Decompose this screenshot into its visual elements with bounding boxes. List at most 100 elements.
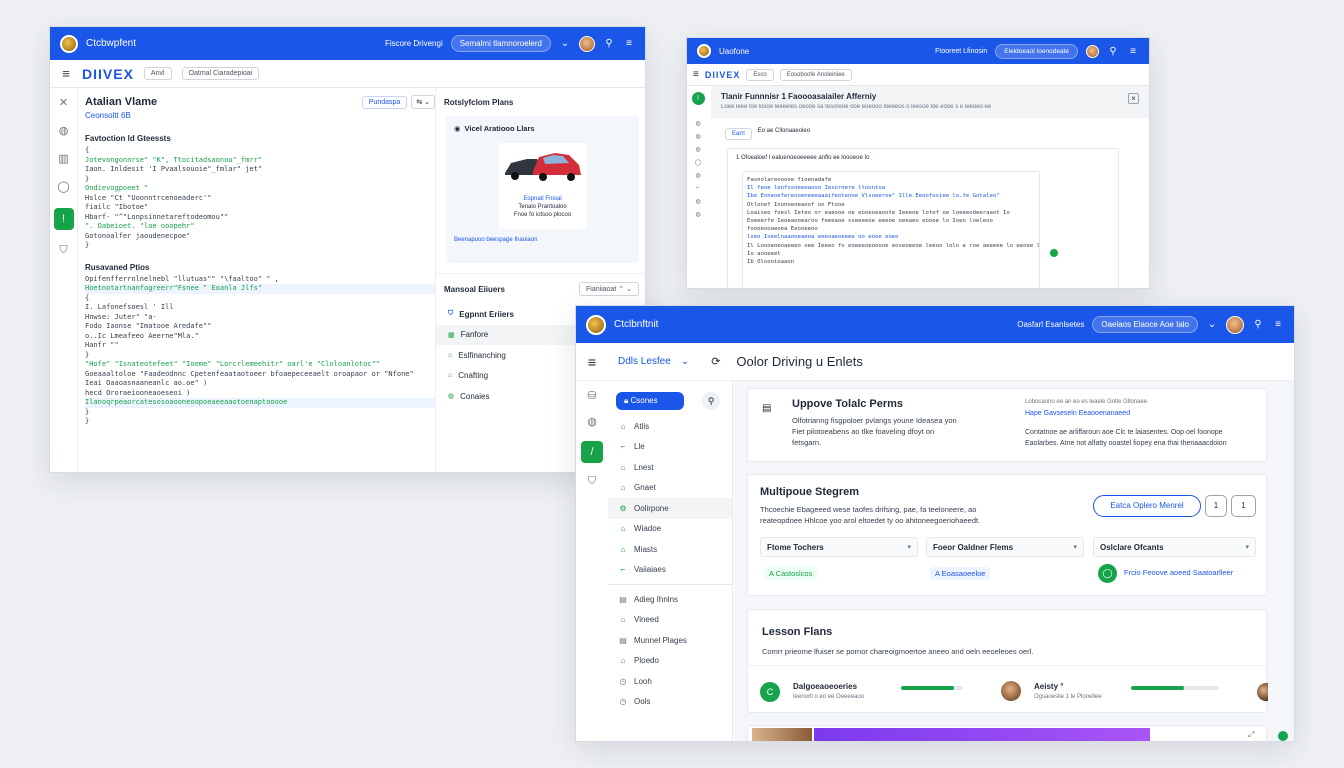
clock-icon: ◷ (619, 697, 627, 707)
chevron-down-icon[interactable]: ⌄ (681, 356, 689, 367)
course-chip[interactable]: Eosoboofe Anoleiniee (779, 68, 852, 81)
chevron-down-icon[interactable]: ⌄ (559, 38, 571, 49)
search-input[interactable]: Semalmi tlamnoroelerd (450, 35, 551, 52)
status-dot-icon (1050, 249, 1058, 257)
refresh-icon[interactable]: ⟳ (711, 355, 720, 368)
chart-icon[interactable]: ▥ (54, 152, 74, 166)
avatar[interactable] (1086, 44, 1099, 58)
status-icon[interactable]: ! (691, 92, 705, 105)
rail-icon[interactable]: ⌐ (696, 185, 700, 195)
card-link[interactable]: Frcio Feoove aoeed Saatoarlleer (1124, 568, 1233, 577)
hamburger-icon[interactable]: ≡ (693, 69, 699, 80)
code-line: Opifenfferrnlnelnebl "llutuas"" "\faalto… (85, 274, 279, 283)
sidebar-item[interactable]: ⌂ Lnest (608, 457, 732, 478)
chip-2[interactable]: Eo ae Cllonaaeoleo (758, 128, 810, 140)
sidebar-item[interactable]: ⌂ Ploedo (608, 651, 732, 672)
rail-icon[interactable]: ◍ (695, 120, 700, 130)
card-title: Lesson Flans (762, 626, 833, 638)
sidebar-item[interactable]: ▤ Adieg Ihnlns (608, 589, 732, 610)
active-nav-icon[interactable]: ! (53, 208, 74, 230)
avatar[interactable] (579, 35, 595, 52)
menu-icon[interactable]: ≡ (623, 38, 635, 49)
expand-icon[interactable]: ⤢ (1248, 730, 1254, 740)
card-right-label: Lobocaono ee an eo es leaele Golte Gllon… (1025, 399, 1148, 405)
code-line: } (85, 417, 90, 425)
search-icon[interactable]: ⚲ (1107, 46, 1119, 57)
section-title-2: Rusavaned Ptios (85, 262, 150, 272)
tree-line: lseo Ioeelnaaooeaeoa eeeoaeoeeee oo eooe… (747, 234, 899, 241)
search-icon[interactable]: ⚲ (702, 392, 720, 410)
card-link[interactable]: Beenapuoo beespage Ihaoiaon (454, 237, 631, 243)
list-select[interactable]: Fianiiaoat ⌃ ⌄ (579, 282, 639, 296)
search-input[interactable]: Oaelaos Elaoce Aoe Ialo (1092, 316, 1198, 333)
tools-icon[interactable]: ✕ (54, 96, 74, 110)
sidebar-item[interactable]: ⌂ Gnaet (608, 478, 732, 499)
small-button-2[interactable]: 1 (1231, 495, 1256, 517)
sidebar-item[interactable]: ⌐ Vaiiaiaes (608, 560, 732, 581)
panel-dropdown[interactable]: ⇆ ⌄ (411, 95, 435, 109)
search-icon[interactable]: ⚲ (603, 38, 615, 49)
tag-2[interactable]: A Eoasaoeeloe (930, 567, 991, 580)
filter-chip[interactable]: Esco (746, 68, 774, 81)
globe-icon[interactable]: ◍ (582, 415, 602, 429)
explore-button[interactable]: Eatca Oplero Menrel (1093, 495, 1201, 517)
select-3[interactable]: Oslclare Ofcants ▾ (1093, 537, 1256, 557)
chip-1[interactable]: Earrl (725, 128, 752, 140)
sidebar-item[interactable]: ⌂ Vineed (608, 610, 732, 631)
rail-icon[interactable]: ◍ (695, 146, 700, 156)
active-nav-icon[interactable]: / (581, 441, 603, 463)
header-text: Oasfarl Esanlsetes (1017, 320, 1085, 329)
code-line: { (85, 146, 90, 154)
chat-icon[interactable]: ◯ (54, 180, 74, 194)
car-image: Eopnati Fnioal Tenaio Prantoaloo Fnoe fo… (498, 143, 587, 229)
rail-icon[interactable]: ◍ (695, 172, 700, 182)
rail-icon[interactable]: ◍ (695, 198, 700, 208)
sidebar-item[interactable]: ▤ Munnel Plages (608, 630, 732, 651)
code-block-2[interactable]: Opifenfferrnlnelnebl "llutuas"" "\faalto… (85, 275, 435, 427)
menu-icon[interactable]: ≡ (1272, 319, 1284, 330)
promo-banner[interactable]: ⤢ (747, 725, 1267, 741)
hamburger-icon[interactable]: ≡ (576, 354, 608, 370)
select-1[interactable]: Ftome Tochers ▾ (760, 537, 918, 557)
filter-chip[interactable]: Anvl (143, 67, 172, 80)
hamburger-icon[interactable]: ≡ (60, 66, 72, 81)
sub-label[interactable]: Ddls Lesfee (618, 356, 671, 367)
tag-1[interactable]: A Castoslcos (764, 567, 818, 580)
lesson-2-title[interactable]: Aeisty ° (1034, 682, 1063, 691)
sidebar-item[interactable]: ⌂ Wiadoe (608, 519, 732, 540)
avatar[interactable] (1226, 315, 1244, 334)
sidebar-item[interactable]: ◷ Looh (608, 671, 732, 692)
code-block-1[interactable]: { Jotevongonnrse" "K", Ttocitadsaonou"_f… (85, 146, 435, 251)
panel-button[interactable]: Pundaspa (361, 95, 408, 109)
header-text: Fiscore Drivengi (384, 39, 443, 48)
course-chip[interactable]: Oatmal Ciaradepioai (181, 67, 260, 80)
sidebar-primary-button[interactable]: 🔒︎ Csones (616, 392, 684, 410)
globe-icon[interactable]: ◍ (54, 124, 74, 138)
shield-icon[interactable]: ⛉ (582, 475, 602, 489)
small-button-1[interactable]: 1 (1205, 495, 1227, 517)
terms-card[interactable]: ▤ Uppove Tolalc Perms Olfotrianng fisgpo… (747, 388, 1267, 462)
search-icon[interactable]: ⚲ (1252, 319, 1264, 330)
tag-icon: ⌐ (620, 565, 626, 575)
select-2[interactable]: Foeor Oaldner Flems ▾ (926, 537, 1084, 557)
search-input[interactable]: Eleldoeaol Ioenodeate (995, 43, 1078, 59)
sidebar-item-label: Wiadoe (634, 524, 662, 534)
close-icon[interactable]: × (1128, 93, 1139, 104)
shield-icon[interactable]: ⛉ (54, 244, 74, 258)
menu-icon[interactable]: ≡ (1127, 46, 1139, 57)
sidebar-item[interactable]: ⌐ Lle (608, 437, 732, 458)
vehicle-card[interactable]: ◉ Vicel Aratiooo Llars Eopnati Fnioal Te… (446, 116, 639, 263)
sidebar-item[interactable]: ⌂ Miasts (608, 539, 732, 560)
lesson-1-title[interactable]: Dalgoeaoeoeries (793, 682, 857, 691)
rail-icon[interactable]: ◍ (695, 133, 700, 143)
chevron-down-icon[interactable]: ⌄ (1206, 319, 1218, 330)
lesson-app-window: Ctclbnftnit Oasfarl Esanlsetes Oaelaos E… (575, 305, 1295, 742)
sidebar-item[interactable]: ◷ Ools (608, 692, 732, 713)
rail-icon[interactable]: ◍ (695, 211, 700, 221)
card-body-line-1: Thcoechie Ebageeed wese taofes drifsing,… (760, 505, 977, 514)
rail-icon[interactable]: ◯ (695, 159, 702, 169)
database-icon[interactable]: ⛁ (582, 389, 602, 403)
card-right-link[interactable]: Hape Gavseseln Eeaooenanaeed (1025, 410, 1130, 417)
sidebar-item[interactable]: ⌂ Atlis (608, 416, 732, 437)
sidebar-item[interactable]: ⚙ Oolirpone (608, 498, 732, 519)
